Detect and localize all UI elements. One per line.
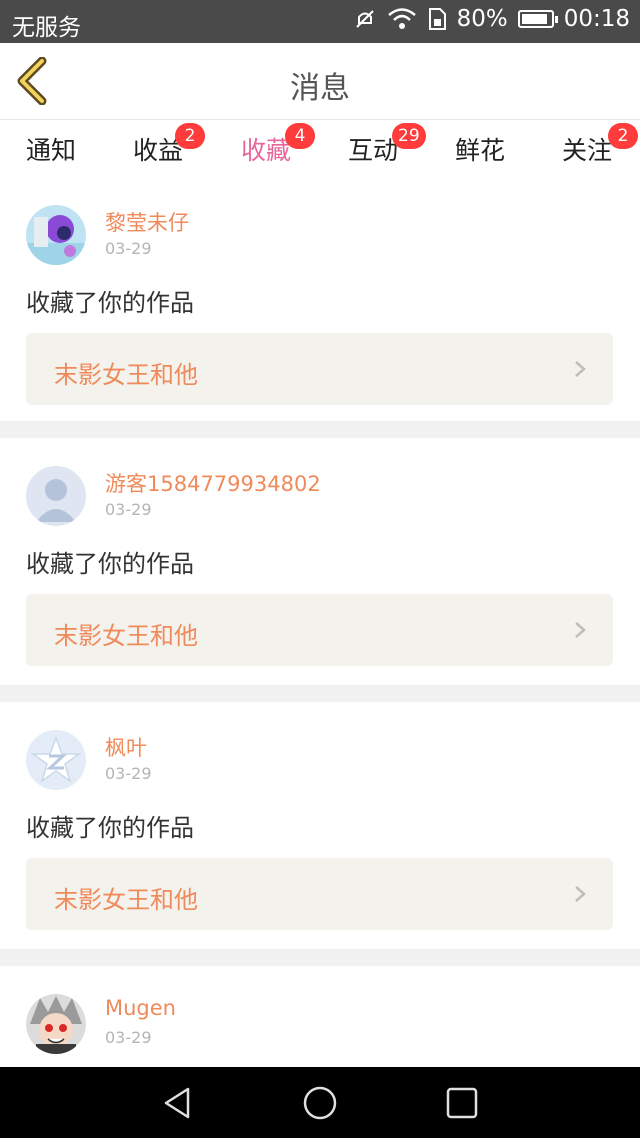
system-nav-bar bbox=[0, 1067, 640, 1138]
message-card: 枫叶 03-29 收藏了你的作品 末影女王和他 bbox=[0, 702, 640, 949]
avatar[interactable] bbox=[26, 466, 86, 526]
tab-label: 互动 bbox=[348, 136, 399, 165]
username[interactable]: 游客1584779934802 bbox=[105, 468, 321, 498]
chevron-right-icon bbox=[575, 886, 586, 902]
message-card: 黎莹未仔 03-29 收藏了你的作品 末影女王和他 bbox=[0, 177, 640, 421]
mute-icon bbox=[353, 7, 377, 31]
tab-favorites[interactable]: 收藏 4 bbox=[241, 123, 315, 181]
work-title: 末影女王和他 bbox=[54, 361, 198, 389]
tab-follows[interactable]: 关注 2 bbox=[562, 123, 638, 167]
count-badge: 2 bbox=[175, 123, 205, 149]
tab-label: 关注 bbox=[562, 136, 613, 165]
divider bbox=[0, 421, 640, 438]
divider bbox=[0, 949, 640, 966]
tab-label: 通知 bbox=[26, 136, 77, 165]
tab-label: 收藏 bbox=[241, 136, 292, 165]
sim-icon bbox=[427, 7, 447, 31]
chevron-right-icon bbox=[575, 622, 586, 638]
battery-percent: 80% bbox=[456, 6, 508, 32]
message-date: 03-29 bbox=[105, 500, 152, 519]
count-badge: 2 bbox=[608, 123, 638, 149]
message-text: 收藏了你的作品 bbox=[26, 814, 194, 842]
message-text: 收藏了你的作品 bbox=[26, 289, 194, 317]
count-badge: 29 bbox=[392, 123, 426, 149]
message-date: 03-29 bbox=[105, 1028, 152, 1047]
username[interactable]: Mugen bbox=[105, 996, 176, 1020]
username[interactable]: 黎莹未仔 bbox=[105, 207, 189, 237]
recents-square-icon[interactable] bbox=[444, 1085, 480, 1121]
work-link[interactable]: 末影女王和他 bbox=[26, 594, 613, 666]
count-badge: 4 bbox=[285, 123, 315, 149]
avatar[interactable] bbox=[26, 730, 86, 790]
tab-earnings[interactable]: 收益 2 bbox=[133, 123, 205, 167]
tab-label: 鲜花 bbox=[455, 136, 506, 165]
message-date: 03-29 bbox=[105, 239, 152, 258]
username[interactable]: 枫叶 bbox=[105, 732, 147, 762]
avatar[interactable] bbox=[26, 205, 86, 265]
clock: 00:18 bbox=[563, 6, 630, 32]
carrier-text: 无服务 bbox=[12, 15, 81, 41]
divider bbox=[0, 685, 640, 702]
message-card: Mugen 03-29 bbox=[0, 966, 640, 1067]
work-title: 末影女王和他 bbox=[54, 622, 198, 650]
battery-icon bbox=[517, 10, 558, 28]
home-circle-icon[interactable] bbox=[302, 1085, 338, 1121]
avatar[interactable] bbox=[26, 994, 86, 1054]
tab-interactions[interactable]: 互动 29 bbox=[348, 123, 426, 167]
tab-notifications[interactable]: 通知 bbox=[26, 131, 76, 167]
chevron-right-icon bbox=[575, 361, 586, 377]
status-bar: 无服务 80% 00:18 bbox=[0, 0, 640, 43]
work-title: 末影女王和他 bbox=[54, 886, 198, 914]
message-text: 收藏了你的作品 bbox=[26, 550, 194, 578]
message-card: 游客1584779934802 03-29 收藏了你的作品 末影女王和他 bbox=[0, 438, 640, 685]
back-triangle-icon[interactable] bbox=[160, 1085, 196, 1121]
status-icons: 80% 00:18 bbox=[353, 6, 630, 32]
work-link[interactable]: 末影女王和他 bbox=[26, 333, 613, 405]
wifi-icon bbox=[387, 7, 417, 31]
message-date: 03-29 bbox=[105, 764, 152, 783]
tab-flowers[interactable]: 鲜花 bbox=[455, 131, 505, 167]
work-link[interactable]: 末影女王和他 bbox=[26, 858, 613, 930]
header: 消息 bbox=[0, 43, 640, 120]
page-title: 消息 bbox=[290, 71, 350, 106]
tab-bar: 通知 收益 2 收藏 4 互动 29 鲜花 关注 2 bbox=[0, 121, 640, 181]
